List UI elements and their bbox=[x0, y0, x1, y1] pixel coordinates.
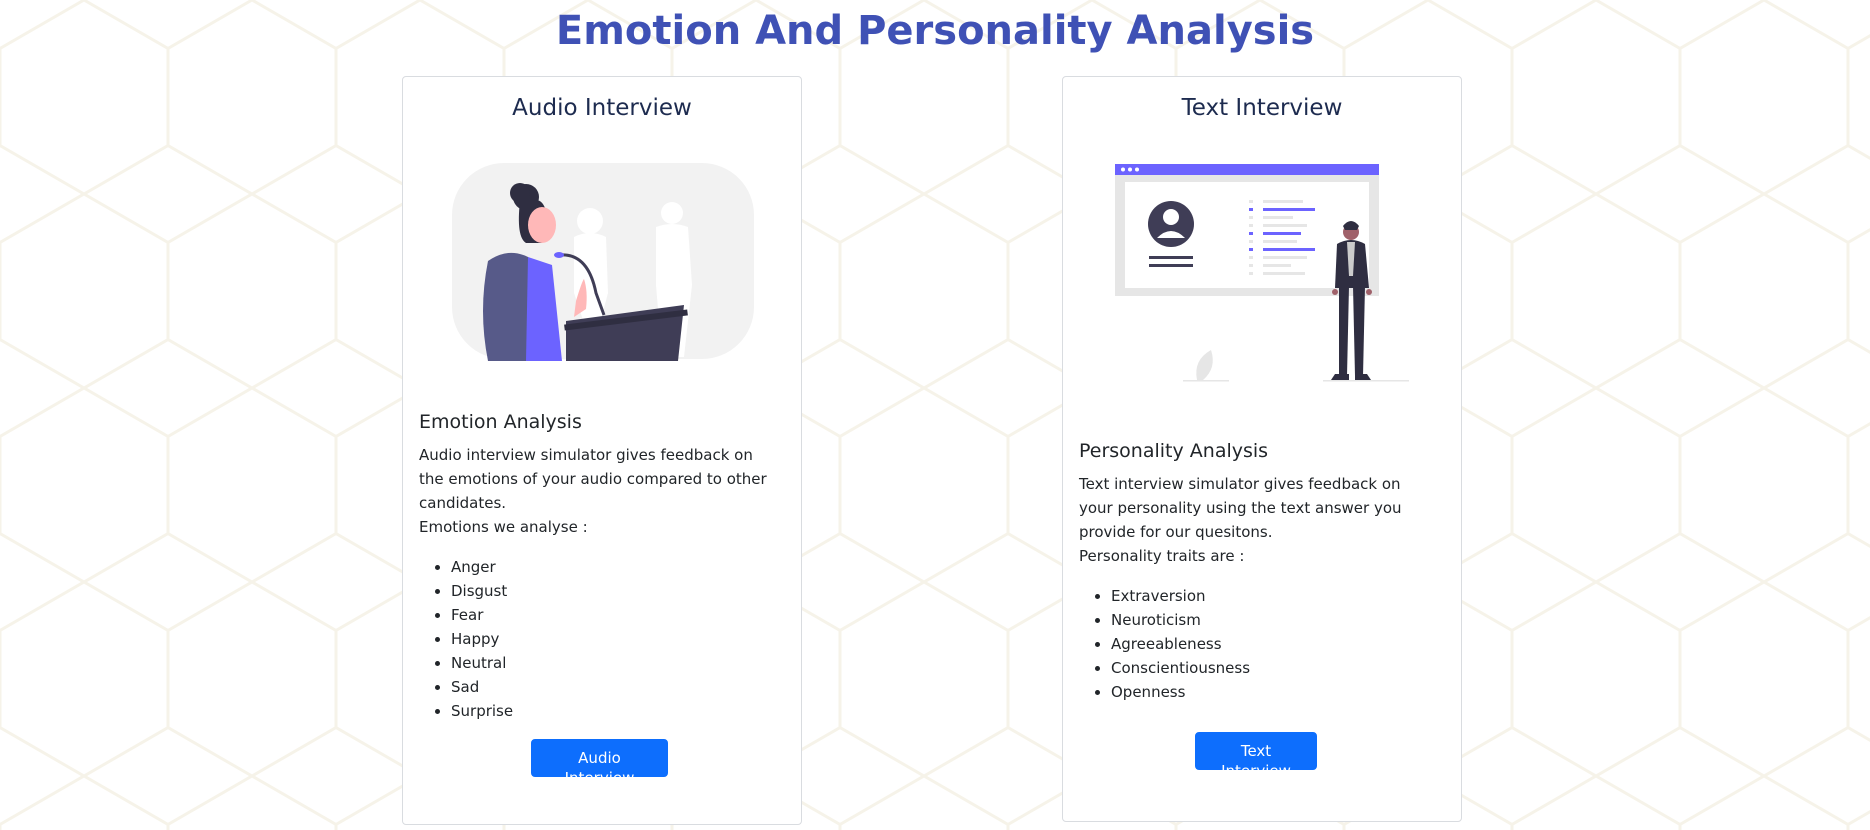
list-item: Anger bbox=[451, 555, 513, 579]
personality-traits-list: Extraversion Neuroticism Agreeableness C… bbox=[1079, 584, 1250, 704]
woman-speaking-at-podium-illustration bbox=[452, 163, 754, 361]
list-item: Openness bbox=[1111, 680, 1250, 704]
list-item: Extraversion bbox=[1111, 584, 1250, 608]
page-title: Emotion And Personality Analysis bbox=[555, 8, 1315, 54]
personality-analysis-heading: Personality Analysis bbox=[1079, 440, 1269, 462]
list-item: Conscientiousness bbox=[1111, 656, 1250, 680]
list-item: Sad bbox=[451, 675, 513, 699]
hexagon-background-pattern bbox=[0, 0, 1870, 830]
audio-card-title: Audio Interview bbox=[512, 95, 692, 121]
man-presenting-profile-screen-illustration bbox=[1115, 164, 1409, 382]
list-item: Neuroticism bbox=[1111, 608, 1250, 632]
list-item: Surprise bbox=[451, 699, 513, 723]
list-item: Happy bbox=[451, 627, 513, 651]
text-description: Text interview simulator gives feedback … bbox=[1079, 472, 1431, 568]
list-item: Neutral bbox=[451, 651, 513, 675]
audio-interview-button[interactable]: Audio Interview bbox=[531, 739, 668, 787]
text-description-text: Text interview simulator gives feedback … bbox=[1079, 475, 1402, 541]
list-item: Disgust bbox=[451, 579, 513, 603]
audio-interview-card: Audio Interview Emotion Analysis Audio i… bbox=[402, 76, 802, 825]
list-item: Agreeableness bbox=[1111, 632, 1250, 656]
text-interview-button[interactable]: Text Interview bbox=[1195, 732, 1317, 780]
audio-description-text: Audio interview simulator gives feedback… bbox=[419, 446, 767, 512]
emotions-list: Anger Disgust Fear Happy Neutral Sad Sur… bbox=[419, 555, 513, 723]
audio-description: Audio interview simulator gives feedback… bbox=[419, 443, 771, 539]
traits-intro-text: Personality traits are : bbox=[1079, 547, 1245, 565]
emotion-analysis-heading: Emotion Analysis bbox=[419, 411, 582, 433]
text-interview-card: Text Interview Personality Analysis Text… bbox=[1062, 76, 1462, 822]
emotions-intro-text: Emotions we analyse : bbox=[419, 518, 588, 536]
text-card-title: Text Interview bbox=[1181, 95, 1343, 121]
list-item: Fear bbox=[451, 603, 513, 627]
